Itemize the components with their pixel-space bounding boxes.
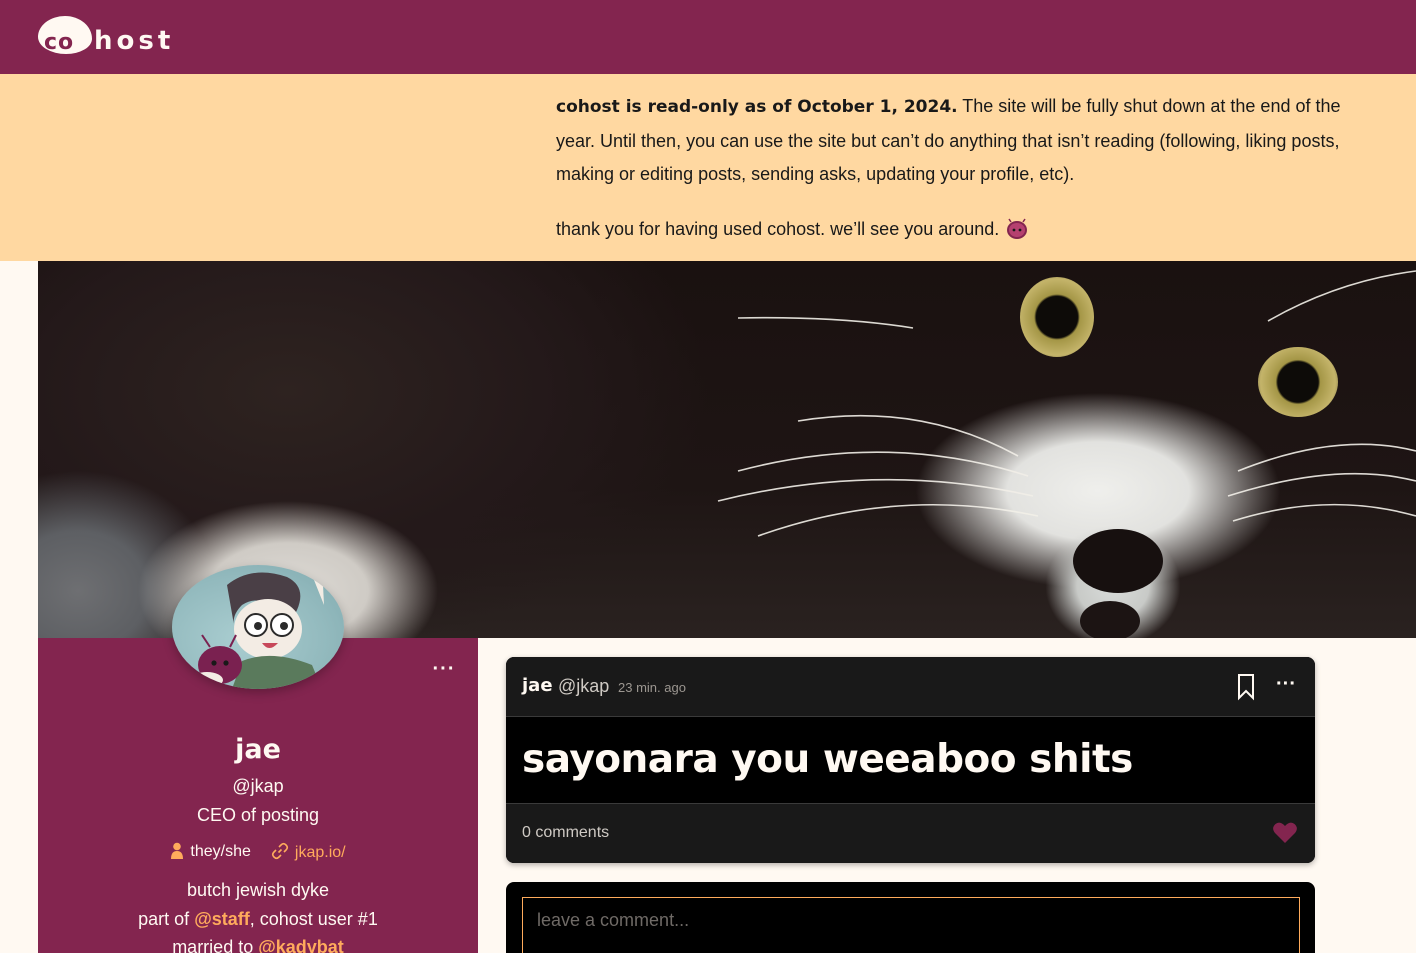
profile-bio: butch jewish dyke part of @staff, cohost… [38,876,478,953]
top-navigation-bar: co host [0,0,1416,74]
banner-thanks-text: thank you for having used cohost. we’ll … [556,219,1000,239]
bio-line-2-prefix: part of [138,908,195,929]
post-title: sayonara you weeaboo shits [522,737,1133,782]
profile-pronouns: they/she [170,842,251,862]
profile-avatar [172,565,344,689]
logo-host-text: host [94,26,175,56]
post-header: jae @jkap 23 min. ago ··· [506,657,1315,717]
mention-staff-link[interactable]: @staff [194,909,250,929]
banner-bold-text: cohost is read-only as of October 1, 202… [556,97,958,117]
profile-website-link[interactable]: jkap.io/ [271,842,346,862]
mention-kadybat-link[interactable]: @kadybat [258,937,344,953]
post-author-name[interactable]: jae [522,675,553,696]
bookmark-icon[interactable] [1236,673,1256,701]
read-only-banner: cohost is read-only as of October 1, 202… [0,74,1416,261]
pronouns-text: they/she [190,843,251,860]
person-icon [171,842,184,859]
heart-icon[interactable] [1272,820,1298,846]
link-icon [271,842,288,860]
avatar-illustration [191,565,324,689]
website-text: jkap.io/ [294,844,346,861]
banner-message: cohost is read-only as of October 1, 202… [556,90,1356,192]
profile-display-name: jae [235,734,281,765]
bio-line-2: part of @staff, cohost user #1 [38,905,478,934]
banner-thanks: thank you for having used cohost. we’ll … [556,214,1356,244]
post-footer: 0 comments [506,803,1315,863]
post-timestamp[interactable]: 23 min. ago [618,680,686,695]
eggbug-icon [1007,218,1028,239]
post-author-handle[interactable]: @jkap [558,676,609,697]
cohost-logo[interactable]: co host [38,16,198,56]
bio-line-3-prefix: married to [172,937,259,953]
bio-line-1: butch jewish dyke [186,880,330,900]
profile-meta: they/she jkap.io/ [38,842,478,862]
post-options-button[interactable]: ··· [1271,673,1301,699]
post-comments-link[interactable]: 0 comments [522,824,609,842]
post-card: jae @jkap 23 min. ago ··· sayonara you w… [506,657,1315,863]
comment-input[interactable] [522,897,1300,953]
bio-line-2-suffix: , cohost user #1 [249,908,378,929]
logo-co-text: co [44,30,75,55]
comment-form [506,882,1315,953]
profile-headline: CEO of posting [196,805,320,825]
profile-options-button[interactable]: ··· [426,658,462,684]
bio-line-3: married to @kadybat [38,933,478,953]
profile-handle: @jkap [232,776,284,796]
